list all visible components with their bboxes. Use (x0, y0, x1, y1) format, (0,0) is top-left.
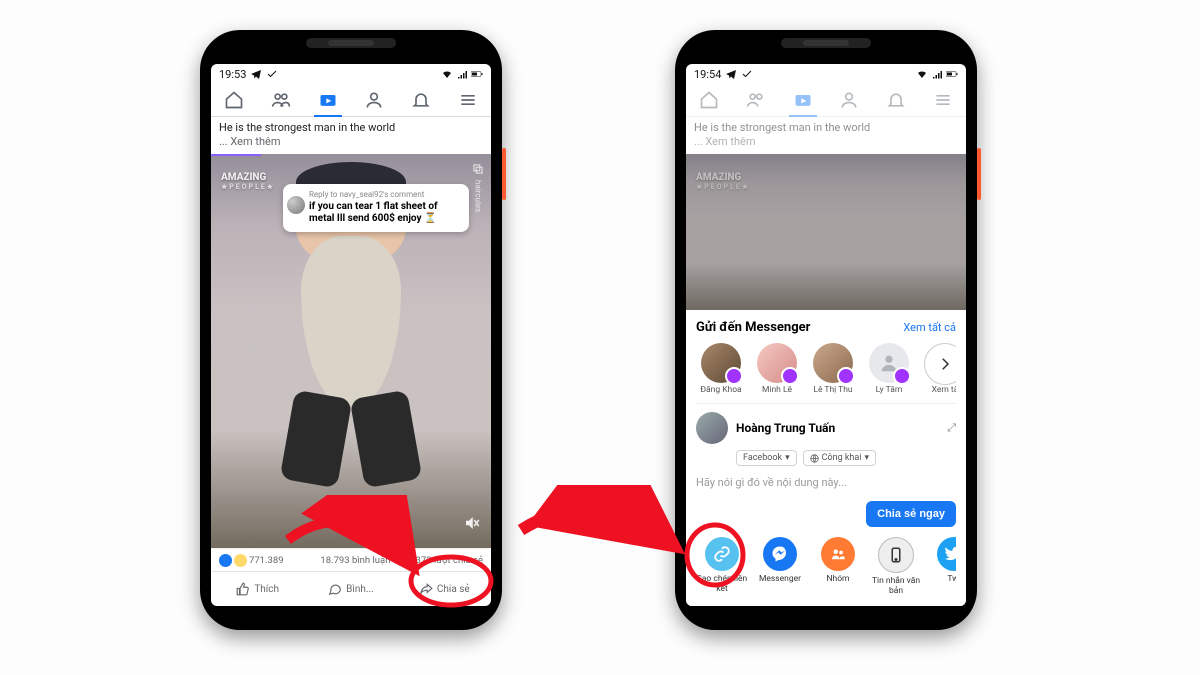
target-messenger[interactable]: Messenger (754, 537, 806, 596)
telegram-icon (725, 68, 737, 80)
post-caption[interactable]: He is the strongest man in the world ...… (211, 117, 491, 154)
tab-menu[interactable] (454, 84, 482, 116)
avatar (757, 343, 797, 383)
phone-right: 19:54 He is the strongest man in the wor… (675, 30, 977, 630)
mute-icon[interactable] (463, 514, 481, 536)
wow-reaction-icon (234, 554, 247, 567)
avatar (701, 343, 741, 383)
target-copy-link[interactable]: Sao chép liên kết (696, 537, 748, 596)
tab-profile[interactable] (835, 84, 863, 116)
share-button[interactable]: Chia sẻ (398, 582, 491, 596)
group-icon (821, 537, 855, 571)
share-count: 59.373 lượt chia sẻ (402, 555, 483, 566)
expand-icon[interactable]: ⤢ (947, 421, 956, 435)
check-icon (266, 68, 278, 80)
tiktok-comment-bubble: Reply to navy_seal92's comment if you ca… (283, 184, 469, 232)
commenter-avatar (287, 196, 305, 214)
video-player[interactable]: AMAZING★PEOPLE★ haircules Reply to navy_… (211, 154, 491, 548)
tab-watch[interactable] (789, 84, 817, 116)
screen-right: 19:54 He is the strongest man in the wor… (686, 64, 966, 606)
caption-more[interactable]: ... Xem thêm (219, 135, 281, 148)
tab-home[interactable] (220, 84, 248, 116)
fb-tab-bar (211, 84, 491, 117)
link-icon (705, 537, 739, 571)
compose-placeholder[interactable]: Hãy nói gì đó về nội dung này... (696, 476, 956, 489)
fb-tab-bar (686, 84, 966, 117)
tab-profile[interactable] (360, 84, 388, 116)
bubble-reply-line: Reply to navy_seal92's comment (309, 190, 461, 200)
tab-notifications[interactable] (882, 84, 910, 116)
target-group[interactable]: Nhóm (812, 537, 864, 596)
reaction-count: 771.389 (249, 555, 284, 566)
target-twitter[interactable]: Twi (928, 537, 956, 596)
status-time: 19:54 (694, 68, 721, 81)
avatar (869, 343, 909, 383)
tutorial-stage: { "phone1": { "status_time": "19:53", "c… (0, 0, 1200, 675)
tab-menu[interactable] (929, 84, 957, 116)
contacts-more[interactable]: Xem tấ (920, 343, 956, 395)
chip-destination[interactable]: Facebook ▾ (736, 450, 797, 466)
tab-notifications[interactable] (407, 84, 435, 116)
check-icon (741, 68, 753, 80)
caption-text: He is the strongest man in the world (219, 121, 395, 134)
bubble-text: if you can tear 1 flat sheet of metal Il… (309, 201, 438, 225)
phone-left: 19:53 He is the strongest man in the wor… (200, 30, 502, 630)
tab-friends[interactable] (742, 84, 770, 116)
target-sms[interactable]: Tin nhắn văn bản (870, 537, 922, 596)
messenger-contacts: Đăng Khoa Minh Lê Lê Thị Thu Ly Tâm (696, 343, 956, 395)
thumb-icon (236, 582, 250, 596)
like-reaction-icon (219, 554, 232, 567)
post-actions: Thích Bình... Chia sẻ (211, 571, 491, 606)
watermark: AMAZING★PEOPLE★ (221, 172, 275, 191)
copy-icon (471, 162, 485, 176)
signal-icon (456, 68, 468, 80)
twitter-icon (937, 537, 956, 571)
share-sheet: Gửi đến Messenger Xem tất cả Đăng Khoa M… (686, 310, 966, 606)
messenger-icon (763, 537, 797, 571)
sms-icon (878, 537, 914, 573)
comment-icon (328, 582, 342, 596)
status-bar: 19:54 (686, 64, 966, 84)
user-name: Hoàng Trung Tuấn (736, 421, 835, 435)
user-avatar (696, 412, 728, 444)
compose-area: Hoàng Trung Tuấn ⤢ Facebook ▾ Công khai … (696, 403, 956, 527)
telegram-icon (250, 68, 262, 80)
arrow-right-icon (924, 343, 956, 385)
share-now-button[interactable]: Chia sẻ ngay (866, 501, 956, 527)
tab-friends[interactable] (267, 84, 295, 116)
comment-count: 18.793 bình luận (320, 555, 390, 566)
status-time: 19:53 (219, 68, 246, 81)
screen-left: 19:53 He is the strongest man in the wor… (211, 64, 491, 606)
wifi-icon (441, 68, 453, 80)
post-caption: He is the strongest man in the world ...… (686, 117, 966, 154)
contact-item[interactable]: Minh Lê (752, 343, 802, 395)
battery-icon (471, 68, 483, 80)
status-bar: 19:53 (211, 64, 491, 84)
video-preview-dimmed: AMAZING★PEOPLE★ (686, 154, 966, 310)
engagement-row[interactable]: 771.389 18.793 bình luận · 59.373 lượt c… (211, 548, 491, 571)
like-button[interactable]: Thích (211, 582, 304, 596)
signal-icon (931, 68, 943, 80)
wifi-icon (916, 68, 928, 80)
share-targets: Sao chép liên kết Messenger Nhóm Tin nhắ… (696, 537, 956, 596)
contact-item[interactable]: Đăng Khoa (696, 343, 746, 395)
chip-privacy[interactable]: Công khai ▾ (803, 450, 876, 466)
comment-button[interactable]: Bình... (304, 582, 397, 596)
tab-home[interactable] (695, 84, 723, 116)
globe-icon (810, 454, 819, 463)
sheet-title: Gửi đến Messenger (696, 320, 810, 335)
share-icon (419, 582, 433, 596)
avatar (813, 343, 853, 383)
contact-item[interactable]: Ly Tâm (864, 343, 914, 395)
battery-icon (946, 68, 958, 80)
contact-item[interactable]: Lê Thị Thu (808, 343, 858, 395)
tab-watch[interactable] (314, 84, 342, 116)
video-side-tag: haircules (471, 162, 485, 212)
see-all-link[interactable]: Xem tất cả (903, 321, 956, 334)
